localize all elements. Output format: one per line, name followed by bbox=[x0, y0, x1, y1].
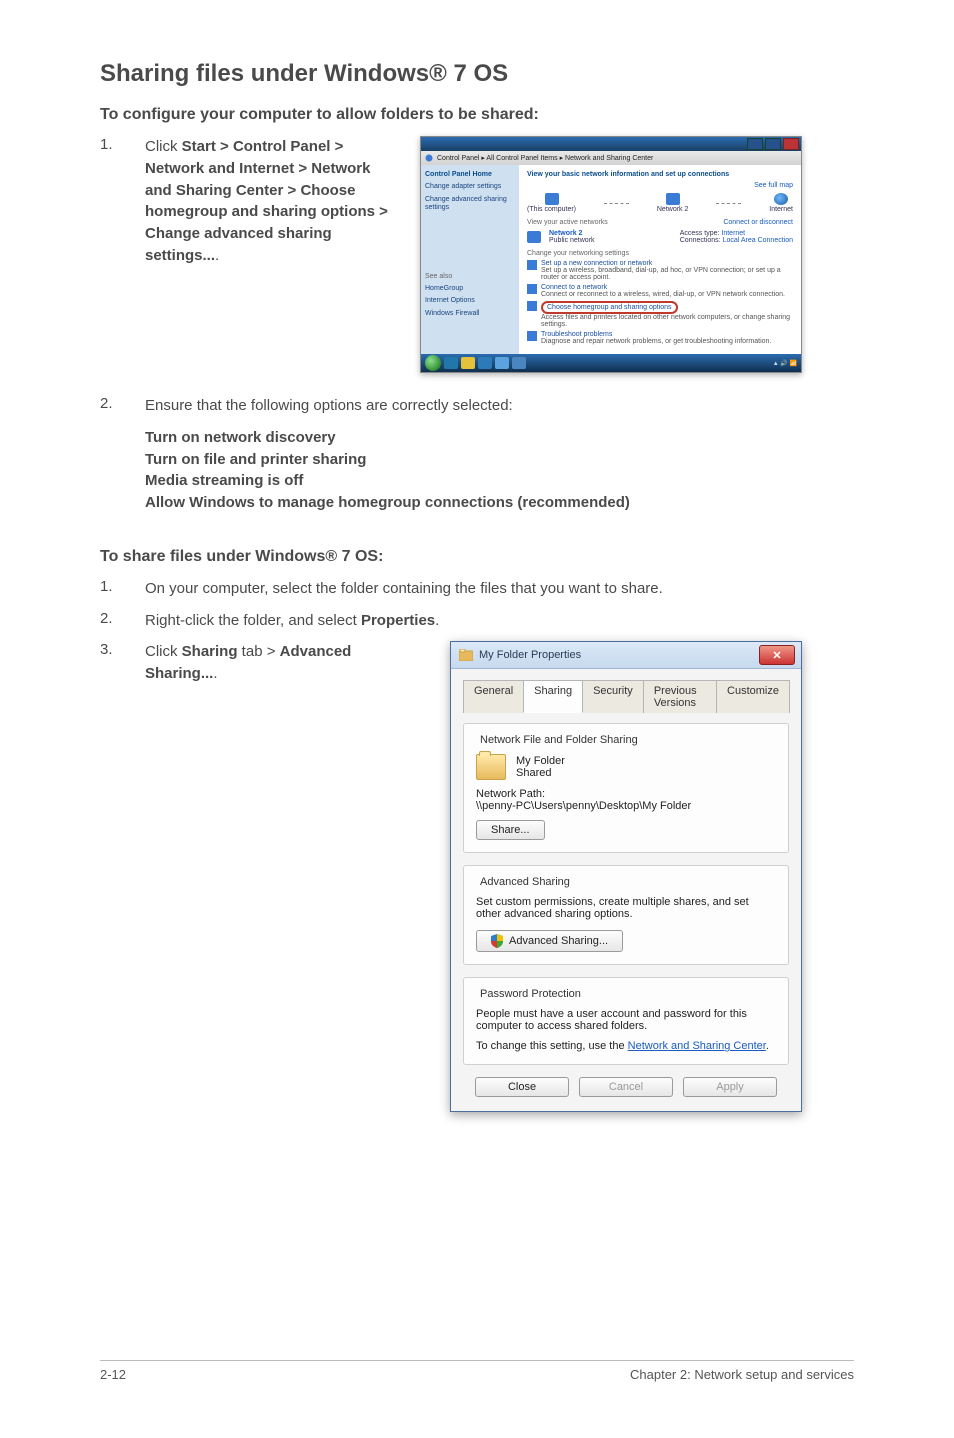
folder-icon bbox=[459, 649, 473, 661]
see-full-map-link[interactable]: See full map bbox=[527, 182, 793, 189]
close-dialog-button[interactable]: Close bbox=[475, 1077, 569, 1097]
cancel-button[interactable]: Cancel bbox=[579, 1077, 673, 1097]
taskbar-app-icon[interactable] bbox=[461, 357, 475, 369]
tab-customize[interactable]: Customize bbox=[716, 680, 790, 713]
group-title: Network File and Folder Sharing bbox=[476, 734, 642, 746]
dialog-title: My Folder Properties bbox=[479, 649, 581, 661]
link-setup-connection[interactable]: Set up a new connection or networkSet up… bbox=[527, 260, 793, 281]
tab-general[interactable]: General bbox=[463, 680, 524, 713]
sidebar-homegroup[interactable]: HomeGroup bbox=[425, 285, 515, 293]
network-row-icon bbox=[527, 231, 541, 243]
sidebar-adapter[interactable]: Change adapter settings bbox=[425, 183, 515, 191]
network-sharing-center-link[interactable]: Network and Sharing Center bbox=[628, 1040, 766, 1052]
advanced-sharing-desc: Set custom permissions, create multiple … bbox=[476, 896, 776, 920]
link-troubleshoot[interactable]: Troubleshoot problemsDiagnose and repair… bbox=[527, 331, 793, 345]
step-body: Ensure that the following options are co… bbox=[145, 395, 854, 417]
tab-strip: General Sharing Security Previous Versio… bbox=[463, 679, 789, 713]
minimize-button[interactable] bbox=[747, 138, 763, 150]
configure-subheading: To configure your computer to allow fold… bbox=[100, 106, 854, 124]
active-networks-label: View your active networks bbox=[527, 219, 608, 226]
tab-security[interactable]: Security bbox=[582, 680, 644, 713]
link-homegroup-options[interactable]: Choose homegroup and sharing optionsAcce… bbox=[527, 301, 793, 328]
step-number: 3. bbox=[100, 641, 135, 658]
group-password-protection: Password Protection People must have a u… bbox=[463, 977, 789, 1065]
tab-sharing[interactable]: Sharing bbox=[523, 680, 583, 713]
password-desc: People must have a user account and pass… bbox=[476, 1008, 776, 1032]
close-icon: ✕ bbox=[772, 649, 781, 662]
group-title: Advanced Sharing bbox=[476, 876, 574, 888]
folder-state: Shared bbox=[516, 767, 565, 779]
advanced-sharing-button[interactable]: Advanced Sharing... bbox=[476, 930, 623, 952]
apply-button[interactable]: Apply bbox=[683, 1077, 777, 1097]
back-icon[interactable] bbox=[425, 154, 433, 162]
step-number: 2. bbox=[100, 610, 135, 627]
step-body: Right-click the folder, and select Prope… bbox=[145, 610, 854, 632]
network-sharing-center-window: Control Panel ▸ All Control Panel Items … bbox=[420, 136, 802, 373]
window-titlebar bbox=[421, 137, 801, 151]
sidebar-internet-options[interactable]: Internet Options bbox=[425, 297, 515, 305]
close-button[interactable]: ✕ bbox=[759, 645, 795, 665]
network-path-label: Network Path: bbox=[476, 788, 776, 800]
link-connect-network[interactable]: Connect to a networkConnect or reconnect… bbox=[527, 284, 793, 298]
connect-disconnect-link[interactable]: Connect or disconnect bbox=[723, 219, 793, 226]
system-tray[interactable]: ▲ 🔊 📶 bbox=[773, 360, 797, 367]
wizard-icon bbox=[527, 260, 537, 270]
step2-options: Turn on network discovery Turn on file a… bbox=[145, 427, 854, 514]
page-title: Sharing files under Windows® 7 OS bbox=[100, 60, 854, 88]
troubleshoot-icon bbox=[527, 331, 537, 341]
share-subheading: To share files under Windows® 7 OS: bbox=[100, 548, 854, 566]
nsc-heading: View your basic network information and … bbox=[527, 171, 793, 178]
breadcrumb[interactable]: Control Panel ▸ All Control Panel Items … bbox=[421, 151, 801, 165]
network-map: (This computer) Network 2 Internet bbox=[527, 193, 793, 213]
step-number: 1. bbox=[100, 578, 135, 595]
taskbar-app-icon[interactable] bbox=[444, 357, 458, 369]
taskbar-app-icon[interactable] bbox=[478, 357, 492, 369]
taskbar-app-icon[interactable] bbox=[512, 357, 526, 369]
step-body: Click Start > Control Panel > Network an… bbox=[145, 136, 400, 267]
sidebar: Control Panel Home Change adapter settin… bbox=[421, 165, 519, 354]
tab-previous-versions[interactable]: Previous Versions bbox=[643, 680, 717, 713]
folder-icon bbox=[476, 754, 506, 780]
sidebar-home[interactable]: Control Panel Home bbox=[425, 171, 515, 179]
sidebar-advanced[interactable]: Change advanced sharing settings bbox=[425, 196, 515, 213]
page-footer: 2-12 Chapter 2: Network setup and servic… bbox=[100, 1360, 854, 1382]
maximize-button[interactable] bbox=[765, 138, 781, 150]
start-button[interactable] bbox=[425, 355, 441, 371]
highlight-circle: Choose homegroup and sharing options bbox=[541, 301, 678, 314]
change-settings-heading: Change your networking settings bbox=[527, 250, 793, 257]
group-network-sharing: Network File and Folder Sharing My Folde… bbox=[463, 723, 789, 853]
nsc-main: View your basic network information and … bbox=[519, 165, 801, 354]
pc-icon bbox=[545, 193, 559, 205]
active-network-row: Network 2 Public network Access type: In… bbox=[527, 230, 793, 244]
network-icon bbox=[666, 193, 680, 205]
sidebar-firewall[interactable]: Windows Firewall bbox=[425, 310, 515, 318]
internet-icon bbox=[774, 193, 788, 205]
taskbar[interactable]: ▲ 🔊 📶 bbox=[421, 354, 801, 372]
connect-icon bbox=[527, 284, 537, 294]
folder-name: My Folder bbox=[516, 755, 565, 767]
network-path-value: \\penny-PC\Users\penny\Desktop\My Folder bbox=[476, 800, 776, 812]
chapter-label: Chapter 2: Network setup and services bbox=[630, 1367, 854, 1382]
shield-icon bbox=[491, 934, 503, 948]
close-button[interactable] bbox=[783, 138, 799, 150]
step-number: 2. bbox=[100, 395, 135, 412]
group-title: Password Protection bbox=[476, 988, 585, 1000]
group-advanced-sharing: Advanced Sharing Set custom permissions,… bbox=[463, 865, 789, 965]
homegroup-icon bbox=[527, 301, 537, 311]
step-number: 1. bbox=[100, 136, 135, 153]
folder-properties-dialog: My Folder Properties ✕ General Sharing S… bbox=[450, 641, 802, 1112]
step-body: On your computer, select the folder cont… bbox=[145, 578, 854, 600]
password-change-hint: To change this setting, use the Network … bbox=[476, 1040, 776, 1052]
taskbar-app-icon[interactable] bbox=[495, 357, 509, 369]
page-number: 2-12 bbox=[100, 1367, 126, 1382]
dialog-titlebar: My Folder Properties ✕ bbox=[451, 642, 801, 669]
dialog-button-row: Close Cancel Apply bbox=[463, 1077, 789, 1097]
share-button[interactable]: Share... bbox=[476, 820, 545, 840]
sidebar-seealso: See also bbox=[425, 273, 515, 281]
step-body: Click Sharing tab > Advanced Sharing.... bbox=[145, 641, 400, 685]
